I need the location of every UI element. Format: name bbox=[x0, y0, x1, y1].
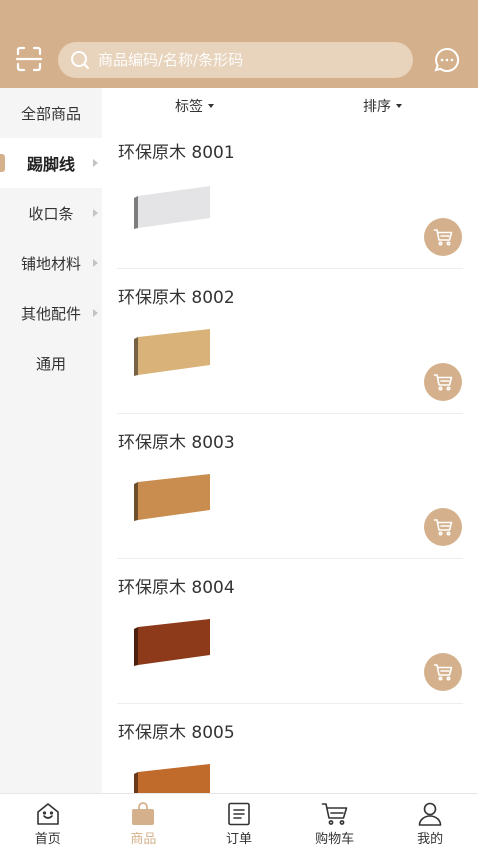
product-name: 环保原木 8002 bbox=[118, 288, 235, 308]
cart-icon bbox=[433, 664, 453, 681]
cart-icon bbox=[433, 519, 453, 536]
search-icon bbox=[71, 51, 89, 69]
tab-label: 我的 bbox=[417, 832, 444, 847]
sidebar-item-label: 通用 bbox=[35, 354, 66, 373]
header-bar bbox=[0, 0, 478, 88]
cart-icon bbox=[321, 803, 347, 825]
add-to-cart-button[interactable] bbox=[424, 653, 462, 691]
cart-icon bbox=[433, 374, 453, 391]
tab-home[interactable]: 首页 bbox=[0, 794, 96, 850]
product-item[interactable]: 环保原木 8004 bbox=[117, 559, 463, 704]
tab-label: 首页 bbox=[34, 832, 61, 847]
caret-down-icon bbox=[208, 104, 214, 108]
product-name: 环保原木 8004 bbox=[118, 578, 235, 598]
chevron-right-icon bbox=[93, 209, 98, 217]
add-to-cart-button[interactable] bbox=[424, 508, 462, 546]
scan-icon bbox=[15, 46, 43, 72]
sidebar-item-accessories[interactable]: 其他配件 bbox=[0, 288, 102, 338]
filter-bar: 标签 排序 bbox=[102, 88, 478, 124]
order-icon bbox=[228, 802, 250, 826]
message-icon bbox=[434, 47, 460, 72]
product-item[interactable]: 环保原木 8002 bbox=[117, 269, 463, 414]
cart-icon bbox=[433, 229, 453, 246]
tab-mine[interactable]: 我的 bbox=[382, 794, 478, 850]
product-image bbox=[134, 764, 210, 793]
tab-label: 购物车 bbox=[315, 832, 355, 847]
tab-cart[interactable]: 购物车 bbox=[287, 794, 383, 850]
product-item[interactable]: 环保原木 8003 bbox=[117, 414, 463, 559]
product-image bbox=[134, 329, 210, 376]
sort-filter[interactable]: 排序 bbox=[363, 96, 402, 116]
tag-filter[interactable]: 标签 bbox=[175, 96, 214, 116]
product-name: 环保原木 8003 bbox=[118, 433, 235, 453]
bottom-tab-bar: 首页 商品 订单 购物车 我的 bbox=[0, 793, 478, 850]
sidebar-item-all[interactable]: 全部商品 bbox=[0, 88, 102, 138]
product-image bbox=[134, 619, 210, 666]
sidebar-item-label: 踢脚线 bbox=[26, 155, 75, 174]
sidebar-item-label: 铺地材料 bbox=[20, 254, 81, 273]
category-sidebar: 全部商品 踢脚线 收口条 铺地材料 其他配件 通用 bbox=[0, 88, 102, 793]
sidebar-item-label: 其他配件 bbox=[20, 304, 81, 323]
bag-icon bbox=[132, 802, 155, 825]
home-icon bbox=[36, 803, 59, 825]
chevron-right-icon bbox=[93, 309, 98, 317]
add-to-cart-button[interactable] bbox=[424, 363, 462, 401]
tab-products[interactable]: 商品 bbox=[96, 794, 192, 850]
sidebar-item-skirting[interactable]: 踢脚线 bbox=[0, 138, 102, 188]
search-box[interactable] bbox=[58, 42, 413, 78]
add-to-cart-button[interactable] bbox=[424, 218, 462, 256]
sidebar-item-label: 收口条 bbox=[28, 204, 74, 223]
tab-label: 商品 bbox=[130, 832, 157, 847]
product-image bbox=[134, 474, 210, 521]
sidebar-item-flooring[interactable]: 铺地材料 bbox=[0, 238, 102, 288]
product-list: 环保原木 8001 环保原木 8002 环保原木 8003 环保原木 8004 … bbox=[102, 124, 478, 793]
product-item[interactable]: 环保原木 8001 bbox=[117, 124, 463, 269]
scan-button[interactable] bbox=[12, 42, 46, 76]
tab-orders[interactable]: 订单 bbox=[191, 794, 287, 850]
chevron-right-icon bbox=[93, 259, 98, 267]
product-image bbox=[134, 186, 210, 229]
caret-down-icon bbox=[396, 104, 402, 108]
message-button[interactable] bbox=[432, 45, 462, 75]
product-name: 环保原木 8005 bbox=[118, 723, 235, 743]
sidebar-item-trim[interactable]: 收口条 bbox=[0, 188, 102, 238]
tag-filter-label: 标签 bbox=[175, 99, 203, 115]
product-name: 环保原木 8001 bbox=[118, 143, 235, 163]
sort-filter-label: 排序 bbox=[363, 99, 391, 115]
sidebar-item-label: 全部商品 bbox=[20, 104, 81, 123]
tab-label: 订单 bbox=[225, 832, 252, 847]
chevron-right-icon bbox=[93, 159, 98, 167]
search-input[interactable] bbox=[98, 51, 388, 69]
product-item[interactable]: 环保原木 8005 bbox=[117, 704, 463, 793]
user-icon bbox=[418, 802, 442, 826]
sidebar-item-general[interactable]: 通用 bbox=[0, 338, 102, 388]
